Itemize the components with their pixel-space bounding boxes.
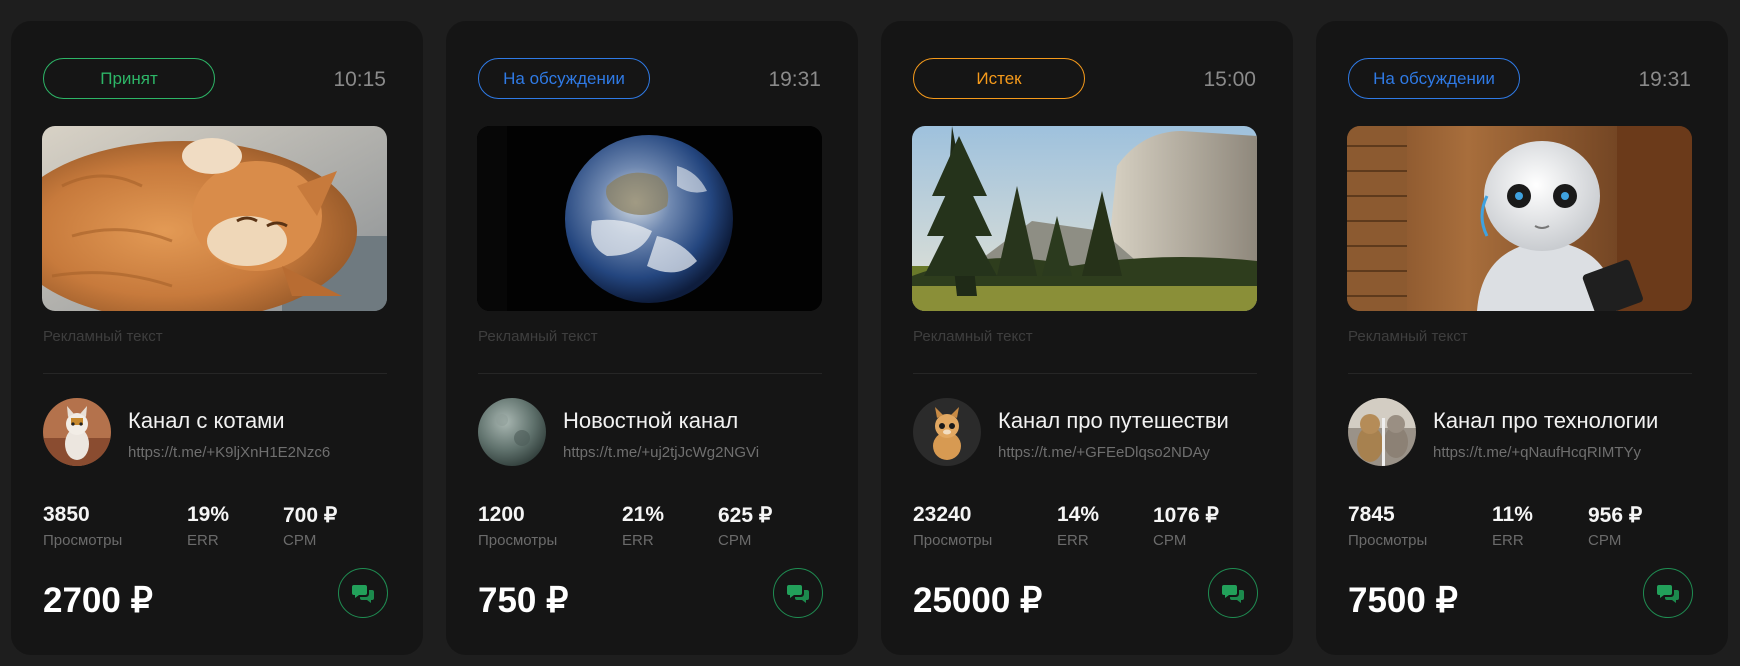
time-label: 15:00 bbox=[1203, 68, 1256, 91]
status-badge: На обсуждении bbox=[1348, 58, 1520, 99]
ad-text-placeholder: Рекламный текст bbox=[1348, 328, 1468, 345]
ad-text-placeholder: Рекламный текст bbox=[913, 328, 1033, 345]
views-value: 23240 bbox=[913, 503, 972, 526]
cpm-label: CPM bbox=[283, 532, 317, 549]
views-label: Просмотры bbox=[913, 532, 993, 549]
channel-link[interactable]: https://t.me/+uj2tjJcWg2NGVi bbox=[563, 444, 829, 461]
ad-card[interactable]: На обсуждении 19:31 Рекламный текст Ново… bbox=[446, 21, 858, 655]
status-badge: На обсуждении bbox=[478, 58, 650, 99]
ad-card[interactable]: Истек 15:00 Рекламный текст Канал про пу… bbox=[881, 21, 1293, 655]
moon-avatar bbox=[478, 398, 546, 466]
err-value: 14% bbox=[1057, 503, 1100, 526]
ad-image bbox=[42, 126, 387, 311]
ad-text-placeholder: Рекламный текст bbox=[478, 328, 598, 345]
ad-cards-grid: Принят 10:15 Рекламный текст Канал с кот… bbox=[0, 0, 1740, 666]
views-value: 3850 bbox=[43, 503, 90, 526]
divider bbox=[913, 373, 1257, 374]
kitten-avatar bbox=[43, 398, 111, 466]
ad-image bbox=[1347, 126, 1692, 311]
channel-name[interactable]: Канал про технологии bbox=[1433, 408, 1699, 434]
views-label: Просмотры bbox=[1348, 532, 1428, 549]
chat-bubbles-icon bbox=[1222, 585, 1244, 603]
cpm-label: CPM bbox=[1588, 532, 1622, 549]
chat-button[interactable] bbox=[1643, 568, 1693, 618]
cpm-label: CPM bbox=[1153, 532, 1187, 549]
channel-name[interactable]: Новостной канал bbox=[563, 408, 829, 434]
chat-bubbles-icon bbox=[787, 585, 809, 603]
err-value: 21% bbox=[622, 503, 665, 526]
ad-card[interactable]: На обсуждении 19:31 Рекламный текст Кана… bbox=[1316, 21, 1728, 655]
cpm-value: 700 ₽ bbox=[283, 504, 338, 527]
channel-avatar[interactable] bbox=[1348, 398, 1416, 466]
ad-image bbox=[912, 126, 1257, 311]
kitten-avatar bbox=[913, 398, 981, 466]
mountain-forest-photo bbox=[912, 126, 1257, 311]
channel-link[interactable]: https://t.me/+GFEeDlqso2NDAy bbox=[998, 444, 1264, 461]
cpm-value: 625 ₽ bbox=[718, 504, 773, 527]
channel-name[interactable]: Канал про путешестви bbox=[998, 408, 1264, 434]
chat-button[interactable] bbox=[338, 568, 388, 618]
channel-link[interactable]: https://t.me/+K9ljXnH1E2Nzc6 bbox=[128, 444, 394, 461]
price: 7500 ₽ bbox=[1348, 581, 1458, 620]
ad-text-placeholder: Рекламный текст bbox=[43, 328, 163, 345]
channel-avatar[interactable] bbox=[913, 398, 981, 466]
robot-photo bbox=[1347, 126, 1692, 311]
views-value: 1200 bbox=[478, 503, 525, 526]
cpm-value: 956 ₽ bbox=[1588, 504, 1643, 527]
status-badge: Принят bbox=[43, 58, 215, 99]
ad-image bbox=[477, 126, 822, 311]
divider bbox=[43, 373, 387, 374]
time-label: 10:15 bbox=[333, 68, 386, 91]
views-label: Просмотры bbox=[43, 532, 123, 549]
channel-avatar[interactable] bbox=[478, 398, 546, 466]
channel-link[interactable]: https://t.me/+qNaufHcqRIMTYy bbox=[1433, 444, 1699, 461]
price: 25000 ₽ bbox=[913, 581, 1043, 620]
earth-photo bbox=[477, 126, 822, 311]
err-label: ERR bbox=[1057, 532, 1089, 549]
err-label: ERR bbox=[1492, 532, 1524, 549]
err-value: 19% bbox=[187, 503, 230, 526]
chat-button[interactable] bbox=[1208, 568, 1258, 618]
chat-bubbles-icon bbox=[1657, 585, 1679, 603]
views-value: 7845 bbox=[1348, 503, 1395, 526]
status-badge: Истек bbox=[913, 58, 1085, 99]
cpm-label: CPM bbox=[718, 532, 752, 549]
chat-bubbles-icon bbox=[352, 585, 374, 603]
time-label: 19:31 bbox=[768, 68, 821, 91]
chat-button[interactable] bbox=[773, 568, 823, 618]
channel-name[interactable]: Канал с котами bbox=[128, 408, 394, 434]
cpm-value: 1076 ₽ bbox=[1153, 504, 1219, 527]
ad-card[interactable]: Принят 10:15 Рекламный текст Канал с кот… bbox=[11, 21, 423, 655]
err-label: ERR bbox=[622, 532, 654, 549]
price: 750 ₽ bbox=[478, 581, 569, 620]
time-label: 19:31 bbox=[1638, 68, 1691, 91]
divider bbox=[1348, 373, 1692, 374]
divider bbox=[478, 373, 822, 374]
channel-avatar[interactable] bbox=[43, 398, 111, 466]
orange-cat-photo bbox=[42, 126, 387, 311]
err-value: 11% bbox=[1492, 503, 1533, 526]
price: 2700 ₽ bbox=[43, 581, 153, 620]
cats-avatar bbox=[1348, 398, 1416, 466]
views-label: Просмотры bbox=[478, 532, 558, 549]
err-label: ERR bbox=[187, 532, 219, 549]
